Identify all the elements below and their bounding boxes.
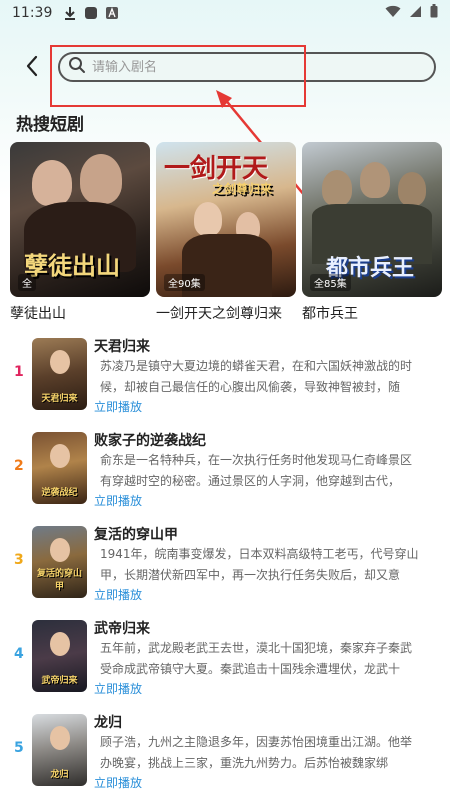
list-item: 5 龙归 龙归 顾子浩，九州之主隐退多年，因妻苏怡困境重出江湖。他举办晚宴，挑战…: [0, 708, 450, 800]
search-bar[interactable]: [58, 52, 436, 82]
drama-description: 俞东是一名特种兵，在一次执行任务时他发现马仁奇峰景区有穿越时空的秘密。通过景区的…: [100, 453, 413, 488]
drama-title[interactable]: 龙归: [94, 712, 122, 732]
drama-thumbnail[interactable]: 龙归: [32, 714, 87, 786]
status-time: 11:39: [12, 5, 53, 21]
back-button[interactable]: [18, 54, 46, 82]
thumbnail-title-art: 天君归来: [41, 394, 78, 404]
play-now-link[interactable]: 立即播放: [94, 586, 142, 603]
signal-icon: [409, 5, 422, 22]
play-now-link[interactable]: 立即播放: [94, 774, 142, 791]
episode-badge: 全85集: [310, 274, 351, 291]
hot-card[interactable]: 都市兵王 全85集 都市兵王: [302, 142, 442, 323]
drama-description: 五年前，武龙殿老武王去世，漠北十国犯境，秦家弃子秦武受命成武帝镇守大夏。秦武追击…: [100, 641, 413, 676]
hot-card-title: 孽徒出山: [10, 306, 66, 322]
wifi-icon: [385, 5, 401, 22]
hot-card-title: 都市兵王: [302, 306, 358, 322]
rank-number: 2: [14, 458, 24, 474]
drama-thumbnail[interactable]: 复活的穿山甲: [32, 526, 87, 598]
thumbnail-title-art: 逆袭战纪: [41, 488, 78, 498]
font-a-icon: [106, 7, 119, 19]
drama-title[interactable]: 天君归来: [94, 336, 150, 356]
drama-description: 苏凌乃是镇守大夏边境的蟒雀天君，在和六国妖神激战的时候，却被自己最信任的心腹出风…: [100, 359, 413, 394]
app-square-icon: [84, 6, 98, 20]
drama-description: 1941年，皖南事变爆发，日本双料高级特工老丐，代号穿山甲，长期潜伏新四军中，再…: [100, 547, 419, 582]
rank-number: 1: [14, 364, 24, 380]
play-now-link[interactable]: 立即播放: [94, 680, 142, 697]
drama-title[interactable]: 武帝归来: [94, 618, 150, 638]
list-item: 3 复活的穿山甲 复活的穿山甲 1941年，皖南事变爆发，日本双料高级特工老丐，…: [0, 520, 450, 614]
poster-image: 孽徒出山 全: [10, 142, 150, 297]
episode-badge: 全90集: [164, 274, 205, 291]
status-bar: 11:39: [0, 0, 450, 26]
drama-thumbnail[interactable]: 武帝归来: [32, 620, 87, 692]
hot-card[interactable]: 孽徒出山 全 孽徒出山: [10, 142, 150, 323]
poster-image: 都市兵王 全85集: [302, 142, 442, 297]
hot-card[interactable]: 一剑开天 之剑尊归来 全90集 一剑开天之剑尊归来: [156, 142, 296, 323]
chevron-left-icon: [25, 55, 39, 81]
rank-number: 3: [14, 552, 24, 568]
list-item: 4 武帝归来 武帝归来 五年前，武龙殿老武王去世，漠北十国犯境，秦家弃子秦武受命…: [0, 614, 450, 708]
thumbnail-title-art: 龙归: [50, 770, 69, 780]
rank-number: 5: [14, 740, 24, 756]
play-now-link[interactable]: 立即播放: [94, 492, 142, 509]
poster-title-art: 孽徒出山: [24, 251, 120, 280]
ranking-list: 1 天君归来 天君归来 苏凌乃是镇守大夏边境的蟒雀天君，在和六国妖神激战的时候，…: [0, 332, 450, 800]
thumbnail-title-art: 武帝归来: [41, 676, 78, 686]
download-icon: [64, 6, 76, 20]
drama-title[interactable]: 复活的穿山甲: [94, 524, 178, 544]
list-item: 2 逆袭战纪 败家子的逆袭战纪 俞东是一名特种兵，在一次执行任务时他发现马仁奇峰…: [0, 426, 450, 520]
poster-image: 一剑开天 之剑尊归来 全90集: [156, 142, 296, 297]
poster-subtitle-art: 之剑尊归来: [212, 182, 273, 196]
section-title-hot: 热搜短剧: [16, 115, 84, 135]
drama-title[interactable]: 败家子的逆袭战纪: [94, 430, 206, 450]
search-icon: [68, 56, 86, 78]
list-item: 1 天君归来 天君归来 苏凌乃是镇守大夏边境的蟒雀天君，在和六国妖神激战的时候，…: [0, 332, 450, 426]
drama-thumbnail[interactable]: 逆袭战纪: [32, 432, 87, 504]
drama-description: 顾子浩，九州之主隐退多年，因妻苏怡困境重出江湖。他举办晚宴，挑战上三家，重洗九州…: [100, 735, 413, 770]
episode-badge: 全: [18, 274, 36, 291]
thumbnail-title-art: 复活的穿山甲: [36, 569, 82, 592]
rank-number: 4: [14, 646, 24, 662]
drama-thumbnail[interactable]: 天君归来: [32, 338, 87, 410]
hot-drama-row: 孽徒出山 全 孽徒出山 一剑开天 之剑尊归来 全90集 一剑开天之剑尊归来 都市…: [10, 142, 442, 323]
hot-card-title: 一剑开天之剑尊归来: [156, 306, 282, 322]
play-now-link[interactable]: 立即播放: [94, 398, 142, 415]
battery-icon: [430, 4, 438, 22]
search-input[interactable]: [92, 59, 412, 75]
